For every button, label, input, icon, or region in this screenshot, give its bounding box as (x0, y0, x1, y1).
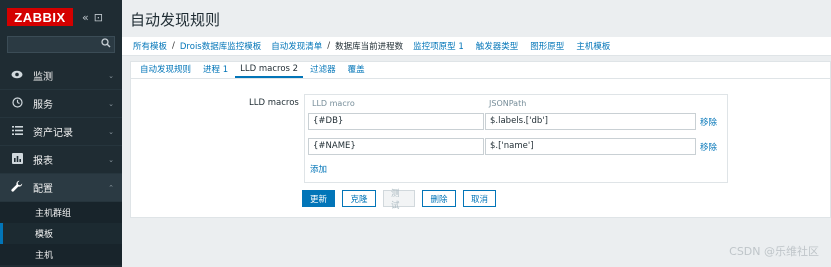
watermark: CSDN @乐维社区 (729, 245, 819, 258)
breadcrumb-current-rule: 数据库当前进程数 (335, 42, 404, 52)
page-title: 自动发现规则 (130, 11, 221, 29)
test-button[interactable]: 测试 (383, 189, 415, 211)
brand-row: ZABBIX « ⊡ (0, 0, 122, 34)
breadcrumb-trigger-types[interactable]: 触发器类型 (476, 40, 519, 52)
submenu-item-templates[interactable]: 模板 (0, 223, 122, 244)
tab-overrides[interactable]: 覆盖 (343, 63, 370, 78)
tab-lld-macros[interactable]: LLD macros 2 (235, 64, 304, 78)
submenu-item-hosts[interactable]: 主机 (0, 244, 122, 265)
lld-macros-table: LLD macro JSONPath {#DB} $.labels.['db']… (304, 94, 728, 183)
menu-item-inventory[interactable]: 资产记录 ⌄ (0, 118, 122, 146)
menu-item-configuration[interactable]: 配置 ⌃ (0, 174, 122, 202)
menu-item-label: 服务 (33, 100, 53, 111)
breadcrumb-discovery-list[interactable]: 自动发现清单 (271, 40, 322, 52)
breadcrumb: 所有模板 / Drois数据库监控模板 自动发现清单 / 数据库当前进程数 监控… (122, 37, 831, 56)
jsonpath-field[interactable]: $.labels.['db'] (485, 113, 696, 130)
macro-field[interactable]: {#NAME} (308, 138, 484, 155)
clock-icon (10, 96, 24, 111)
breadcrumb-item-prototypes[interactable]: 监控项原型 1 (413, 40, 464, 52)
menu-item-label: 监测 (33, 72, 53, 83)
breadcrumb-graph-prototypes[interactable]: 图形原型 (530, 40, 564, 52)
chevron-down-icon: ⌄ (108, 128, 114, 136)
wrench-icon (10, 180, 24, 195)
form-card: 自动发现规则 进程 1 LLD macros 2 过滤器 覆盖 LLD macr… (130, 61, 831, 218)
tab-bar: 自动发现规则 进程 1 LLD macros 2 过滤器 覆盖 (131, 62, 830, 79)
chevron-down-icon: ⌄ (108, 72, 114, 80)
update-button[interactable]: 更新 (302, 190, 335, 207)
menu-item-services[interactable]: 服务 ⌄ (0, 90, 122, 118)
clone-button[interactable]: 克隆 (342, 190, 376, 207)
sidebar-search (7, 36, 115, 53)
jsonpath-field[interactable]: $.['name'] (485, 138, 696, 155)
column-header-jsonpath: JSONPath (489, 99, 527, 108)
column-header-macro: LLD macro (312, 99, 355, 108)
menu-item-label: 配置 (33, 184, 53, 195)
chevron-down-icon: ⌄ (108, 100, 114, 108)
menu-item-label: 报表 (33, 156, 53, 167)
chevron-up-icon: ⌃ (108, 184, 114, 192)
tab-discovery-rule[interactable]: 自动发现规则 (135, 63, 196, 78)
form-buttons: 更新 克隆 测试 删除 取消 (302, 189, 503, 211)
delete-button[interactable]: 删除 (422, 190, 456, 207)
remove-link[interactable]: 移除 (700, 141, 717, 153)
chart-icon (10, 152, 24, 167)
menu-item-reports[interactable]: 报表 ⌄ (0, 146, 122, 174)
main-menu: 监测 ⌄ 服务 ⌄ 资产记录 ⌄ 报表 ⌄ 配置 ⌃ 主机群组 模板 主机 (0, 62, 122, 265)
sidebar: ZABBIX « ⊡ 监测 ⌄ 服务 ⌄ 资产记录 ⌄ 报表 ⌄ 配置 ⌃ 主机… (0, 0, 122, 267)
eye-icon (10, 69, 24, 82)
search-input[interactable] (8, 37, 96, 52)
macro-field[interactable]: {#DB} (308, 113, 484, 130)
search-icon[interactable] (101, 38, 111, 51)
remove-link[interactable]: 移除 (700, 116, 717, 128)
list-icon (10, 125, 24, 138)
zabbix-logo[interactable]: ZABBIX (7, 8, 73, 26)
breadcrumb-host-templates[interactable]: 主机模板 (576, 40, 610, 52)
breadcrumb-all-templates[interactable]: 所有模板 (133, 40, 167, 52)
configuration-submenu: 主机群组 模板 主机 (0, 202, 122, 265)
menu-item-monitoring[interactable]: 监测 ⌄ (0, 62, 122, 90)
submenu-item-host-groups[interactable]: 主机群组 (0, 202, 122, 223)
add-macro-link[interactable]: 添加 (310, 163, 327, 175)
chevron-down-icon: ⌄ (108, 156, 114, 164)
main-content: 自动发现规则 所有模板 / Drois数据库监控模板 自动发现清单 / 数据库当… (122, 0, 831, 267)
lld-macros-label: LLD macros (249, 98, 299, 108)
breadcrumb-template[interactable]: Drois数据库监控模板 (180, 40, 261, 52)
collapse-sidebar-icon[interactable]: « (82, 11, 89, 24)
kiosk-mode-icon[interactable]: ⊡ (94, 11, 103, 24)
breadcrumb-separator: / (172, 41, 175, 51)
breadcrumb-separator: / (327, 41, 331, 51)
cancel-button[interactable]: 取消 (463, 190, 496, 207)
tab-filters[interactable]: 过滤器 (305, 63, 341, 78)
tab-preprocessing[interactable]: 进程 1 (198, 63, 233, 78)
menu-item-label: 资产记录 (33, 128, 73, 139)
